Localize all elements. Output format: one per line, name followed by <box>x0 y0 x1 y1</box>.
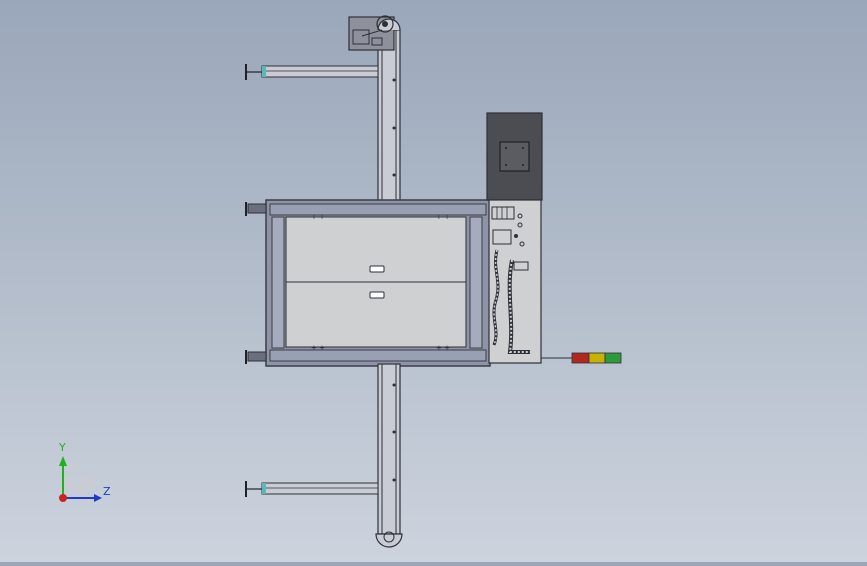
svg-text:+ +: + + <box>311 344 325 352</box>
axis-triad-icon <box>59 456 102 502</box>
axis-z-label: Z <box>103 485 111 498</box>
svg-text:+ +: + + <box>436 213 450 221</box>
signal-tower-icon <box>541 352 622 364</box>
conveyor-top-section <box>377 29 401 203</box>
motor-icon <box>348 15 401 51</box>
left-clamps <box>245 202 267 364</box>
table-panels: + + + + + + + + <box>285 213 467 352</box>
cad-viewport[interactable]: + + + + + + + + Y Z <box>0 0 867 562</box>
bottom-side-bar <box>245 481 379 497</box>
top-side-bar <box>245 64 379 80</box>
conveyor-bottom-section <box>375 363 403 548</box>
svg-text:+ +: + + <box>311 213 325 221</box>
control-cabinet-icon <box>486 112 543 364</box>
axis-y-label: Y <box>59 441 66 454</box>
svg-text:+ +: + + <box>436 344 450 352</box>
model-drawing: + + + + + + + + <box>59 15 622 548</box>
